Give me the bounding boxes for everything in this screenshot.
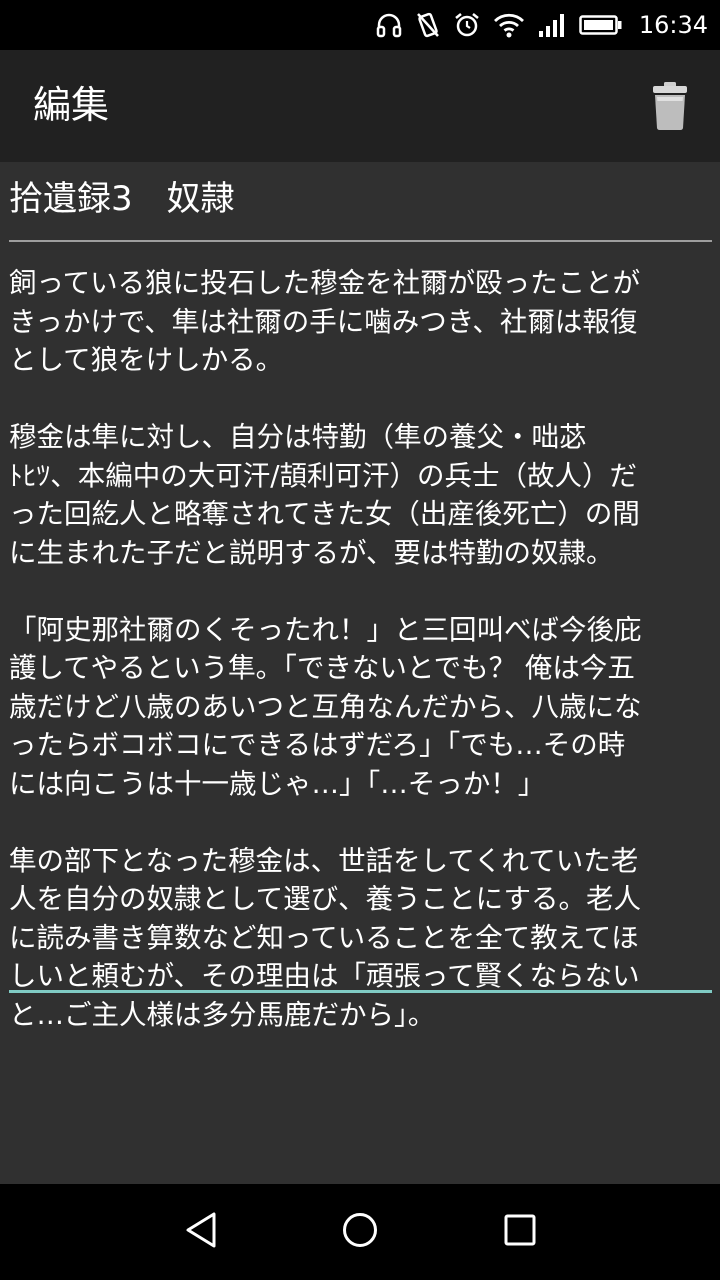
body-line: 護してやるという隼。「できないとでも？ 俺は今五 [9,652,635,684]
navigation-bar [0,1184,720,1280]
vibrate-off-icon [415,11,441,39]
status-time: 16:34 [638,11,708,39]
home-circle-icon [340,1210,380,1254]
body-line: に読み書き算数など知っていることを全て教えてほ [9,921,639,954]
alarm-icon [453,11,481,39]
note-editor: 拾遺録3 奴隷 飼っている狼に投石した穆金を社爾が殴ったことが きっかけで、隼は… [0,162,720,1184]
body-line: と…ご主人様は多分馬鹿だから」。 [9,998,436,1031]
body-line: には向こうは十一歳じゃ…」「…そっか！」 [9,767,546,800]
body-line: った回紇人と略奪されてきた女（出産後死亡）の間 [9,498,640,530]
body-line: 「阿史那社爾のくそったれ！」と三回叫べば今後庇 [9,613,642,646]
body-line: 隼の部下となった穆金は、世話をしてくれていた老 [9,844,639,877]
status-icons: 16:34 [375,0,708,50]
wifi-icon [493,11,525,39]
body-line: 歳だけど八歳のあいつと互角なんだから、八歳にな [9,690,642,723]
app-bar: 編集 [0,50,720,162]
battery-icon [579,11,623,39]
delete-button[interactable] [642,78,698,138]
headphones-icon [375,11,403,39]
body-line: ﾄﾋﾂ、本編中の大可汗/頡利可汗）の兵士（故人）だ [9,459,638,492]
body-line: 飼っている狼に投石した穆金を社爾が殴ったことが [9,267,641,299]
body-line: に生まれた子だと説明するが、要は特勤の奴隷。 [9,536,614,569]
body-line: として狼をけしかる。 [9,344,284,376]
body-line: 人を自分の奴隷として選び、養うことにする。老人 [9,883,641,915]
recents-square-icon [500,1210,540,1254]
back-button[interactable] [142,1184,262,1280]
home-button[interactable] [300,1184,420,1280]
body-line: ったらボコボコにできるはずだろ」「でも…その時 [9,729,626,761]
status-bar: 16:34 [0,0,720,50]
trash-icon [651,81,689,135]
body-line: しいと頼むが、その理由は「頑張って賢くならない [9,960,640,992]
body-line: 穆金は隼に対し、自分は特勤（隼の養父・咄苾 [9,421,587,453]
recents-button[interactable] [460,1184,580,1280]
body-line: きっかけで、隼は社爾の手に噛みつき、社爾は報復 [9,305,638,338]
note-body-field[interactable]: 飼っている狼に投石した穆金を社爾が殴ったことが きっかけで、隼は社爾の手に噛みつ… [9,264,712,1031]
signal-icon [537,11,567,39]
back-triangle-icon [182,1210,222,1254]
page-title: 編集 [33,83,110,127]
note-title-field[interactable]: 拾遺録3 奴隷 [9,174,712,242]
